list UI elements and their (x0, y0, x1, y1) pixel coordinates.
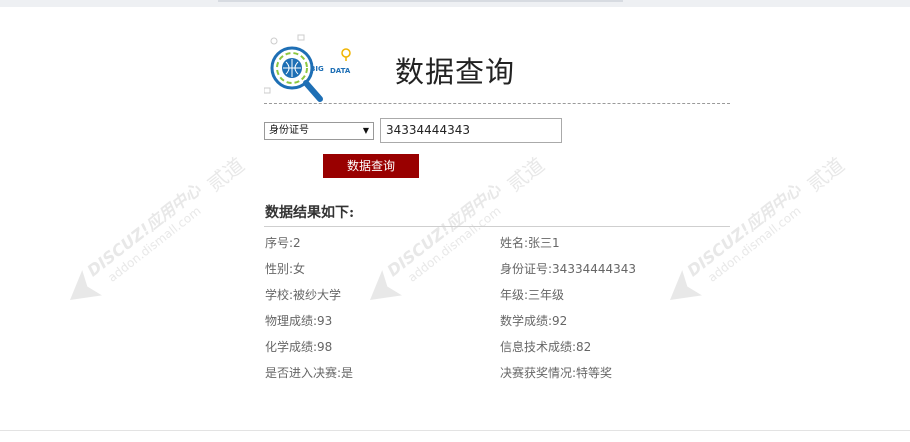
watermark-brand: DISCUZ!应用中心 (84, 180, 206, 281)
result-field: 身份证号:34334444343 (500, 262, 637, 276)
result-field: 物理成绩:93 (265, 314, 333, 328)
query-button[interactable]: 数据查询 (323, 154, 419, 178)
result-field: 学校:被纱大学 (265, 288, 342, 302)
watermark-url: addon.dismall.com (105, 204, 203, 285)
svg-text:DATA: DATA (330, 67, 351, 75)
results-heading: 数据结果如下: (265, 205, 355, 221)
page-title: 数据查询 (395, 55, 516, 89)
watermark-arrow-icon (70, 270, 102, 300)
result-field: 姓名:张三1 (500, 236, 560, 250)
result-row: 序号:2 姓名:张三1 (265, 234, 731, 260)
result-row: 性别:女 身份证号:34334444343 (265, 260, 731, 286)
query-type-select[interactable]: 身份证号 ▼ (264, 122, 374, 140)
result-row: 是否进入决赛:是 决赛获奖情况:特等奖 (265, 364, 731, 390)
result-row: 化学成绩:98 信息技术成绩:82 (265, 338, 731, 364)
result-field: 数学成绩:92 (500, 314, 568, 328)
result-row: 学校:被纱大学 年级:三年级 (265, 286, 731, 312)
result-field: 决赛获奖情况:特等奖 (500, 366, 613, 380)
chevron-down-icon: ▼ (362, 126, 369, 135)
result-row: 物理成绩:93 数学成绩:92 (265, 312, 731, 338)
result-field: 性别:女 (265, 262, 306, 276)
top-tab-strip (218, 0, 623, 2)
bottom-border (0, 430, 910, 431)
result-field: 化学成绩:98 (265, 340, 333, 354)
result-field: 是否进入决赛:是 (265, 366, 354, 380)
query-input[interactable]: 34334444343 (380, 118, 562, 143)
watermark-mark: 贰道 (803, 153, 849, 197)
watermark-mark: 贰道 (203, 153, 249, 197)
big-data-logo: BIG DATA (263, 33, 359, 108)
results-divider (264, 226, 730, 227)
svg-text:BIG: BIG (310, 65, 324, 73)
result-field: 序号:2 (265, 236, 301, 250)
watermark-mark: 贰道 (503, 153, 549, 197)
result-field: 年级:三年级 (500, 288, 565, 302)
browser-top-bar (0, 0, 910, 7)
title-divider (264, 103, 730, 104)
results-list: 序号:2 姓名:张三1 性别:女 身份证号:34334444343 学校:被纱大… (265, 234, 731, 390)
result-field: 信息技术成绩:82 (500, 340, 592, 354)
query-type-select-value: 身份证号 (269, 125, 309, 136)
watermark-left: DISCUZ!应用中心 addon.dismall.com 贰道 (50, 110, 270, 320)
